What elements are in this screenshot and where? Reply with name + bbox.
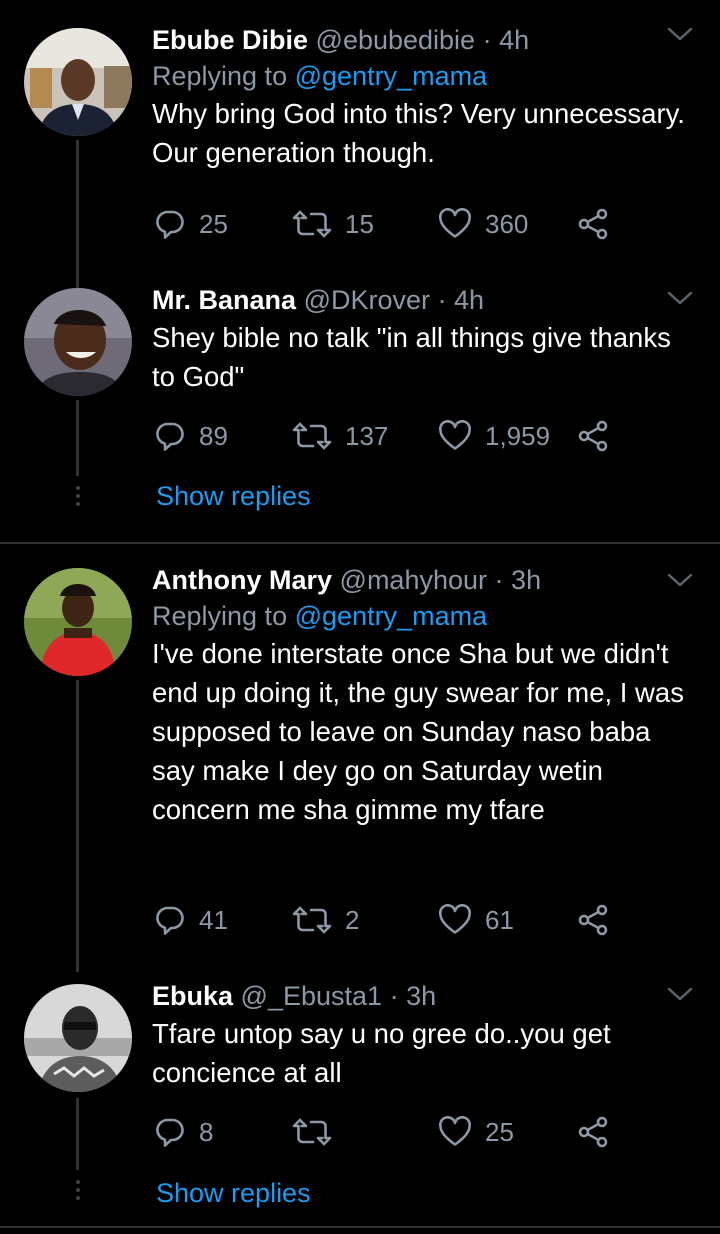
- reply-button[interactable]: 25: [154, 204, 228, 244]
- timestamp[interactable]: 3h: [406, 981, 436, 1011]
- retweet-count: 15: [345, 208, 374, 239]
- timestamp[interactable]: 4h: [454, 285, 484, 315]
- retweet-icon: [292, 208, 332, 240]
- reply-icon: [154, 208, 186, 240]
- reply-button[interactable]: 41: [154, 900, 228, 940]
- replying-to-link[interactable]: @gentry_mama: [295, 61, 487, 91]
- like-button[interactable]: 61: [438, 900, 514, 940]
- timestamp[interactable]: 4h: [499, 25, 529, 55]
- thread-line: [76, 140, 79, 280]
- reply-icon: [154, 1116, 186, 1148]
- reply-button[interactable]: 8: [154, 1112, 213, 1152]
- tweet[interactable]: Mr. Banana @DKrover · 4h Shey bible no t…: [0, 270, 720, 540]
- author-handle[interactable]: @mahyhour: [340, 565, 487, 595]
- author-handle[interactable]: @DKrover: [304, 285, 430, 315]
- thread-line: [76, 270, 79, 288]
- author-handle[interactable]: @ebubedibie: [316, 25, 476, 55]
- like-count: 1,959: [485, 420, 551, 451]
- avatar[interactable]: [24, 984, 132, 1092]
- like-count: 360: [485, 208, 529, 239]
- retweet-button[interactable]: [292, 1112, 345, 1152]
- retweet-icon: [292, 420, 332, 452]
- like-button[interactable]: 25: [438, 1112, 514, 1152]
- tweet[interactable]: Ebuka @_Ebusta1 · 3h Tfare untop say u n…: [0, 970, 720, 1234]
- like-icon: [438, 420, 472, 452]
- retweet-icon: [292, 1116, 332, 1148]
- retweet-button[interactable]: 2: [292, 900, 359, 940]
- tweet-text: I've done interstate once Sha but we did…: [152, 638, 684, 825]
- separator: ·: [482, 25, 492, 55]
- replying-to-label: Replying to: [152, 601, 288, 631]
- author-name[interactable]: Mr. Banana: [152, 285, 296, 315]
- like-icon: [438, 1116, 472, 1148]
- reply-count: 8: [199, 1116, 214, 1147]
- thread-line: [76, 400, 79, 476]
- tweet-text: Tfare untop say u no gree do..you get co…: [152, 1018, 611, 1088]
- retweet-button[interactable]: 137: [292, 416, 388, 456]
- chevron-down-icon[interactable]: [666, 984, 694, 1004]
- tweet-text: Why bring God into this? Very unnecessar…: [152, 98, 685, 168]
- retweet-count: 137: [345, 420, 389, 451]
- avatar[interactable]: [24, 568, 132, 676]
- author-name[interactable]: Anthony Mary: [152, 565, 332, 595]
- reply-button[interactable]: 89: [154, 416, 228, 456]
- chevron-down-icon[interactable]: [666, 24, 694, 44]
- share-button[interactable]: [576, 416, 610, 456]
- retweet-count: 2: [345, 904, 360, 935]
- reply-count: 25: [199, 208, 228, 239]
- reply-count: 41: [199, 904, 228, 935]
- chevron-down-icon[interactable]: [666, 570, 694, 590]
- reply-icon: [154, 904, 186, 936]
- separator: ·: [437, 285, 447, 315]
- like-button[interactable]: 1,959: [438, 416, 550, 456]
- retweet-button[interactable]: 15: [292, 204, 374, 244]
- like-icon: [438, 208, 472, 240]
- separator: ·: [389, 981, 399, 1011]
- like-count: 25: [485, 1116, 514, 1147]
- reply-icon: [154, 420, 186, 452]
- show-replies-link[interactable]: Show replies: [156, 481, 311, 512]
- avatar[interactable]: [24, 288, 132, 396]
- tweet-text: Shey bible no talk "in all things give t…: [152, 322, 671, 392]
- chevron-down-icon[interactable]: [666, 288, 694, 308]
- author-handle[interactable]: @_Ebusta1: [241, 981, 383, 1011]
- timestamp[interactable]: 3h: [511, 565, 541, 595]
- share-button[interactable]: [576, 900, 610, 940]
- like-icon: [438, 904, 472, 936]
- thread-line: [76, 680, 79, 972]
- share-icon: [576, 208, 610, 240]
- avatar[interactable]: [24, 28, 132, 136]
- tweet[interactable]: Anthony Mary @mahyhour · 3h Replying to …: [0, 544, 720, 972]
- replying-to-link[interactable]: @gentry_mama: [295, 601, 487, 631]
- thread-line: [76, 1098, 79, 1170]
- share-icon: [576, 904, 610, 936]
- share-button[interactable]: [576, 204, 610, 244]
- separator: ·: [494, 565, 504, 595]
- author-name[interactable]: Ebuka: [152, 981, 233, 1011]
- tweet[interactable]: Ebube Dibie @ebubedibie · 4h Replying to…: [0, 0, 720, 280]
- show-replies-link[interactable]: Show replies: [156, 1178, 311, 1209]
- share-button[interactable]: [576, 1112, 610, 1152]
- more-thread-dots: [72, 486, 84, 510]
- reply-count: 89: [199, 420, 228, 451]
- like-count: 61: [485, 904, 514, 935]
- share-icon: [576, 420, 610, 452]
- retweet-icon: [292, 904, 332, 936]
- like-button[interactable]: 360: [438, 204, 528, 244]
- more-thread-dots: [72, 1180, 84, 1204]
- divider: [0, 1226, 720, 1228]
- author-name[interactable]: Ebube Dibie: [152, 25, 308, 55]
- share-icon: [576, 1116, 610, 1148]
- replying-to-label: Replying to: [152, 61, 288, 91]
